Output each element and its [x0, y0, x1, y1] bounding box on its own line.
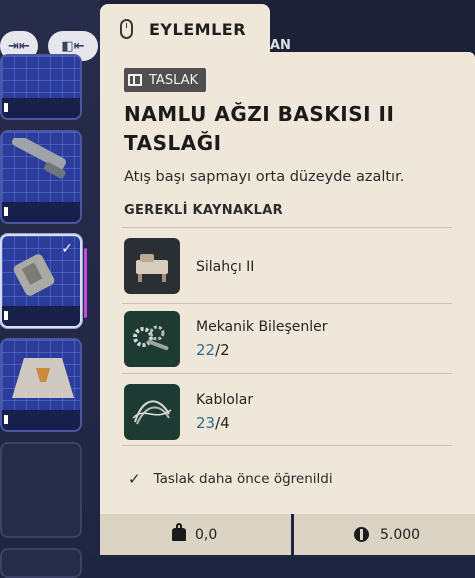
resource-name: Silahçı II [196, 259, 255, 275]
book-icon [128, 74, 142, 86]
learned-status-text: Taslak daha önce öğrenildi [153, 471, 333, 487]
tab-actions-label: EYLEMLER [149, 19, 247, 39]
slot-pin-icon [4, 311, 8, 320]
checkmark-icon: ✓ [128, 470, 141, 488]
slot-pin-icon [4, 207, 8, 216]
resource-count: 23/4 [196, 414, 230, 432]
blueprint-detail-panel: TASLAK NAMLU AĞZI BASKISI II TASLAĞI Atı… [100, 52, 475, 514]
resource-row[interactable]: Mekanik Bileşenler 22/2 [124, 305, 454, 371]
divider [122, 445, 452, 446]
resource-name: Kablolar [196, 392, 254, 408]
divider [122, 227, 452, 228]
item-description: Atış başı sapmayı orta düzeyde azaltır. [124, 169, 405, 185]
arrows-inward-icon: ⇥⇤ [8, 38, 30, 54]
slot-pin-icon [4, 415, 8, 424]
inventory-slot-empty[interactable] [0, 442, 82, 538]
weight-value: 0,0 [195, 526, 218, 543]
inventory-slot-empty[interactable] [0, 548, 82, 578]
mouse-icon [120, 19, 133, 39]
divider [122, 373, 452, 374]
header-ghost-text: AN [270, 38, 291, 53]
gears-icon [124, 311, 180, 367]
divider [122, 303, 452, 304]
dock-left-icon: ◧⇤ [61, 38, 85, 54]
weight-stat: 0,0 [100, 514, 291, 555]
wires-icon [124, 384, 180, 440]
tab-actions[interactable]: EYLEMLER [100, 4, 270, 54]
resource-count: 22/2 [196, 341, 230, 359]
blueprint-badge-label: TASLAK [149, 72, 199, 88]
inventory-slot-weapon-part[interactable] [0, 130, 82, 224]
barrel-item-icon [11, 138, 67, 179]
armor-plate-item-icon [12, 358, 74, 398]
item-value: 5.000 [380, 526, 421, 543]
resource-name: Mekanik Bileşenler [196, 319, 328, 335]
learned-status: ✓ Taslak daha önce öğrenildi [128, 470, 333, 488]
selection-glow [84, 248, 87, 318]
checkmark-icon: ✓ [61, 241, 73, 257]
inventory-slot[interactable] [0, 54, 82, 120]
workbench-icon [124, 238, 180, 294]
weight-bag-icon [172, 523, 186, 541]
value-stat: 5.000 [294, 514, 475, 555]
blueprint-badge: TASLAK [124, 68, 207, 92]
item-title: NAMLU AĞZI BASKISI II TASLAĞI [124, 102, 395, 155]
inventory-slot-armor[interactable] [0, 338, 82, 432]
slot-pin-icon [4, 103, 8, 112]
resource-row[interactable]: Silahçı II [124, 232, 454, 298]
required-resources-heading: GEREKLİ KAYNAKLAR [124, 203, 283, 218]
resource-row[interactable]: Kablolar 23/4 [124, 378, 454, 444]
coin-icon [354, 527, 369, 542]
inventory-slot-selected[interactable]: ✓ [0, 234, 82, 328]
